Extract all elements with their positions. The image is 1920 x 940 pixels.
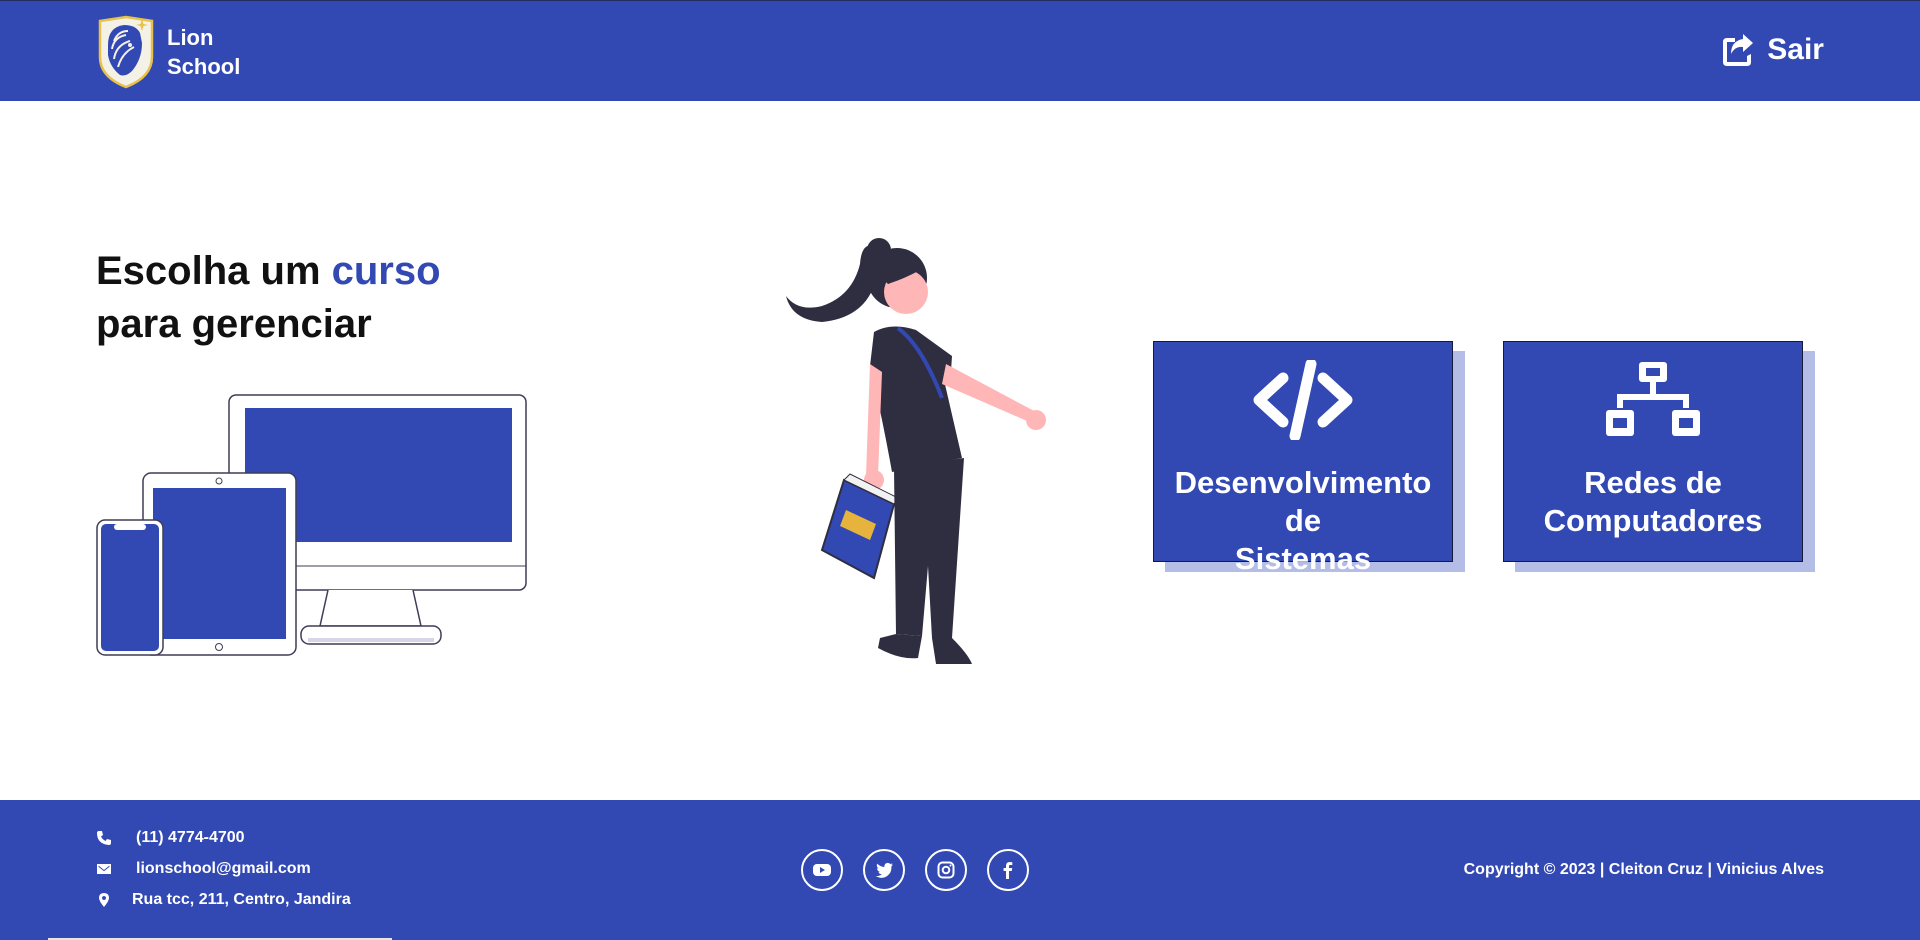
course-label-line2: Sistemas [1234, 541, 1372, 576]
twitter-link[interactable] [863, 849, 905, 891]
page-heading: Escolha um curso para gerenciar [96, 245, 441, 351]
course-label-line1: Redes de [1584, 465, 1722, 500]
heading-accent: curso [331, 249, 441, 293]
email-text: lionschool@gmail.com [136, 860, 311, 877]
social-links [801, 849, 1049, 891]
course-label-line1: Desenvolvimento de [1174, 465, 1432, 538]
instagram-link[interactable] [925, 849, 967, 891]
top-navbar: Lion School Sair [0, 0, 1920, 101]
logout-label: Sair [1767, 33, 1824, 66]
share-exit-icon [1723, 34, 1754, 66]
youtube-link[interactable] [801, 849, 843, 891]
logout-button[interactable]: Sair [1719, 32, 1824, 68]
course-card-redes[interactable]: Redes de Computadores [1503, 341, 1803, 562]
course-card-desenvolvimento[interactable]: Desenvolvimento de Sistemas [1153, 341, 1453, 576]
footer: (11) 4774-4700 lionschool@gmail.com Rua … [0, 800, 1920, 940]
contact-email: lionschool@gmail.com [96, 860, 311, 878]
brand-line2: School [167, 54, 241, 79]
brand[interactable]: Lion School [96, 15, 240, 89]
phone-icon [97, 831, 111, 845]
facebook-link[interactable] [987, 849, 1029, 891]
heading-text: Escolha um [96, 249, 332, 293]
address-text: Rua tcc, 211, Centro, Jandira [132, 891, 351, 908]
code-icon [1253, 360, 1353, 440]
copyright-text: Copyright © 2023 | Cleiton Cruz | Vinici… [1463, 861, 1824, 878]
instagram-icon [937, 861, 955, 879]
phone-text: (11) 4774-4700 [136, 829, 245, 846]
contact-address: Rua tcc, 211, Centro, Jandira [96, 891, 351, 909]
contact-phone: (11) 4774-4700 [96, 829, 245, 847]
location-pin-icon [99, 893, 109, 907]
network-icon [1606, 362, 1700, 436]
course-label-line2: Computadores [1543, 503, 1763, 538]
mail-icon [97, 864, 111, 874]
devices-illustration [96, 394, 527, 656]
woman-with-book-illustration [786, 238, 1046, 664]
youtube-icon [813, 864, 831, 876]
heading-line2: para gerenciar [96, 302, 372, 346]
facebook-icon [1003, 862, 1013, 879]
lion-shield-logo [98, 15, 154, 89]
twitter-icon [875, 862, 893, 878]
brand-line1: Lion [167, 25, 214, 50]
